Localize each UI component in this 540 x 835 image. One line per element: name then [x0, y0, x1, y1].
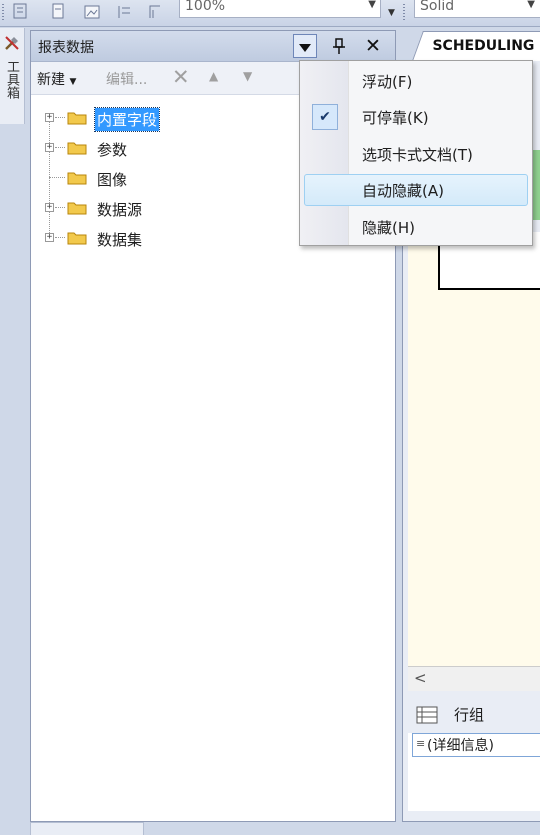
toolbox-label: 工具箱	[4, 60, 19, 99]
menu-item-label: 可停靠(K)	[362, 109, 429, 127]
folder-icon	[67, 112, 87, 125]
move-down-icon[interactable]: ▼	[243, 69, 252, 83]
folder-icon	[67, 142, 87, 155]
new-label: 新建	[37, 72, 65, 88]
expand-icon[interactable]: +	[45, 203, 54, 212]
line-style-value: Solid	[420, 0, 455, 14]
tab-scheduling[interactable]: SCHEDULING	[412, 31, 540, 61]
tree-node-data-sources[interactable]: + 数据源	[31, 197, 231, 221]
tree-node-label: 内置字段	[93, 107, 161, 132]
tree-node-datasets[interactable]: + 数据集	[31, 227, 231, 251]
tree-node-label: 数据源	[97, 201, 143, 219]
tab-label: SCHEDULING	[432, 38, 535, 54]
pin-button[interactable]	[327, 34, 351, 58]
group-detail-item[interactable]: ≡ (详细信息)	[412, 733, 540, 757]
tree-node-label: 参数	[97, 141, 128, 159]
panel-title: 报表数据	[38, 40, 94, 56]
indent-icon[interactable]	[148, 2, 164, 20]
toolbar-grip[interactable]	[2, 4, 4, 20]
menu-item-float[interactable]: 浮动(F)	[304, 65, 528, 97]
menu-item-auto-hide[interactable]: 自动隐藏(A)	[304, 174, 528, 206]
menu-item-hide[interactable]: 隐藏(H)	[304, 211, 528, 243]
menu-item-tabbed-document[interactable]: 选项卡式文档(T)	[304, 138, 528, 170]
chevron-down-icon: ▼	[69, 77, 77, 87]
main-toolbar: 100% ▼ ▼ Solid ▼	[0, 0, 540, 27]
align-left-icon[interactable]	[12, 2, 28, 20]
scroll-left-icon[interactable]: <	[414, 669, 427, 687]
menu-item-dockable[interactable]: ✔ 可停靠(K)	[304, 101, 528, 133]
menu-item-label: 浮动(F)	[362, 73, 413, 91]
window-position-menu: 浮动(F) ✔ 可停靠(K) 选项卡式文档(T) 自动隐藏(A) 隐藏(H)	[299, 60, 533, 246]
line-style-combo[interactable]: Solid ▼	[414, 0, 540, 18]
zoom-combo[interactable]: 100% ▼	[179, 0, 381, 18]
detail-label: (详细信息)	[427, 738, 494, 754]
menu-item-label: 自动隐藏(A)	[362, 182, 444, 200]
checkmark-icon: ✔	[312, 104, 338, 130]
window-position-button[interactable]	[293, 34, 317, 58]
zoom-value: 100%	[185, 0, 226, 14]
tree-node-label: 数据集	[97, 231, 143, 249]
delete-icon[interactable]: ✕	[172, 65, 190, 89]
bullet-list-icon[interactable]	[116, 2, 132, 20]
panel-title-bar: 报表数据 ✕	[31, 31, 395, 62]
menu-item-label: 选项卡式文档(T)	[362, 146, 473, 164]
report-body-canvas[interactable]	[408, 232, 540, 666]
bottom-panel-tab[interactable]	[30, 822, 144, 835]
document-icon[interactable]	[50, 2, 66, 20]
horizontal-scrollbar[interactable]: <	[408, 666, 540, 691]
edit-button[interactable]: 编辑...	[106, 69, 147, 89]
toolbar-grip[interactable]	[403, 4, 405, 20]
menu-item-label: 隐藏(H)	[362, 219, 415, 237]
tree-node-parameters[interactable]: + 参数	[31, 137, 231, 161]
folder-icon	[67, 232, 87, 245]
row-groups-header: 行组	[408, 700, 540, 730]
tree-node-built-in-fields[interactable]: + 内置字段	[31, 107, 231, 132]
expand-icon[interactable]: +	[45, 143, 54, 152]
close-button[interactable]: ✕	[361, 34, 385, 58]
folder-icon	[67, 202, 87, 215]
tree-node-images[interactable]: 图像	[31, 167, 231, 191]
expand-icon[interactable]: +	[45, 113, 54, 122]
folder-icon	[67, 172, 87, 185]
row-groups-label: 行组	[454, 706, 485, 724]
chevron-down-icon[interactable]: ▼	[368, 0, 376, 10]
chevron-down-icon	[299, 44, 311, 52]
close-icon: ✕	[365, 35, 381, 57]
toolbox-tab[interactable]: 工具箱	[0, 28, 25, 124]
pin-icon	[333, 38, 345, 54]
image-frame-icon[interactable]	[84, 2, 100, 20]
row-groups-icon	[416, 706, 438, 724]
toolbar-overflow-icon[interactable]: ▼	[388, 8, 395, 18]
chevron-down-icon[interactable]: ▼	[527, 0, 535, 10]
expand-icon[interactable]: +	[45, 233, 54, 242]
new-button[interactable]: 新建 ▼	[37, 69, 76, 89]
tools-icon	[5, 36, 19, 50]
tree-node-label: 图像	[97, 171, 128, 189]
details-icon: ≡	[416, 737, 426, 750]
move-up-icon[interactable]: ▲	[209, 69, 218, 83]
